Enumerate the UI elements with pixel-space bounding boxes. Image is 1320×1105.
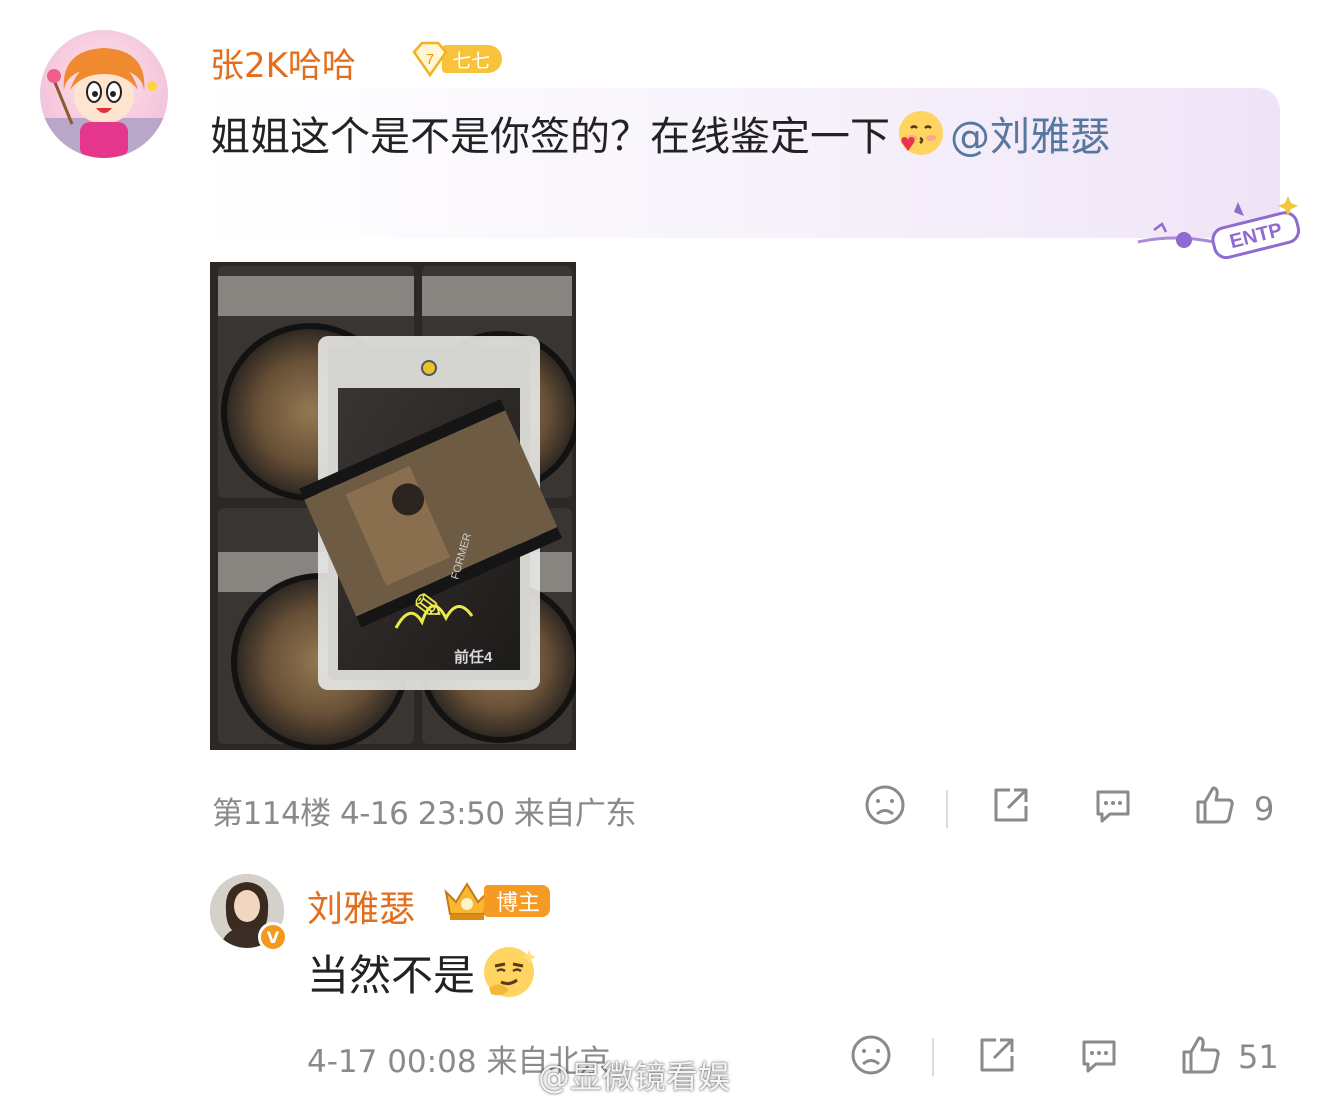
comment-bubble-icon: [1082, 1040, 1116, 1073]
signed-card-photo-icon: ✎ 前任4 FORMER: [210, 262, 581, 751]
dislike-button[interactable]: [864, 784, 906, 834]
blogger-badge-label: 博主: [484, 885, 551, 917]
sad-face-icon: [865, 785, 905, 825]
bubble-sticker: ENTP: [1134, 192, 1301, 262]
commenter-username[interactable]: 张2K哈哈: [210, 38, 356, 87]
verified-icon: V: [258, 922, 288, 952]
diamond-level-icon: 7: [410, 40, 450, 78]
thumbs-up-icon: [1196, 786, 1234, 824]
cartoon-girl-avatar-icon: [40, 48, 168, 158]
action-divider: [946, 790, 948, 828]
like-count: 9: [1254, 790, 1275, 828]
watermark-text: @显微镜看娱: [538, 1058, 731, 1096]
svg-text:7: 7: [426, 51, 434, 68]
reply-body: 当然不是: [307, 951, 476, 1000]
thumbs-up-icon: [1182, 1036, 1220, 1074]
share-button[interactable]: [990, 784, 1032, 834]
share-icon: [994, 788, 1028, 822]
mention-link[interactable]: @刘雅瑟: [950, 114, 1110, 160]
entp-sticker-icon: ENTP: [1137, 196, 1301, 260]
fan-level-badge[interactable]: 7 七七: [410, 40, 503, 78]
fan-badge-label: 七七: [442, 45, 503, 73]
heart-kiss-emoji-icon: [894, 108, 946, 160]
svg-text:前任4: 前任4: [454, 648, 493, 666]
comment-text: 姐姐这个是不是你签的？在线鉴定一下 @刘雅瑟: [210, 106, 1250, 168]
reply-button[interactable]: [1092, 784, 1134, 834]
blogger-role-badge: 博主: [440, 878, 551, 924]
reply-share-button[interactable]: [976, 1034, 1018, 1084]
reply-like-count: 51: [1238, 1038, 1279, 1076]
commenter-avatar[interactable]: [40, 30, 168, 158]
share-icon: [980, 1038, 1014, 1072]
reply-reply-button[interactable]: [1078, 1034, 1120, 1084]
comment-floor-time-location: 第114楼 4-16 23:50 来自广东: [212, 796, 636, 832]
reply-like-button[interactable]: [1180, 1034, 1222, 1084]
smug-emoji-icon: [479, 942, 539, 1002]
action-divider: [932, 1038, 934, 1076]
sad-face-icon: [851, 1035, 891, 1075]
comment-photo[interactable]: ✎ 前任4 FORMER: [210, 262, 581, 751]
comment-body: 姐姐这个是不是你签的？在线鉴定一下: [210, 114, 890, 160]
like-button[interactable]: [1194, 784, 1236, 834]
blogger-username[interactable]: 刘雅瑟: [307, 880, 415, 932]
reply-text: 当然不是: [307, 942, 543, 1007]
comment-bubble-icon: [1096, 790, 1130, 823]
reply-dislike-button[interactable]: [850, 1034, 892, 1084]
